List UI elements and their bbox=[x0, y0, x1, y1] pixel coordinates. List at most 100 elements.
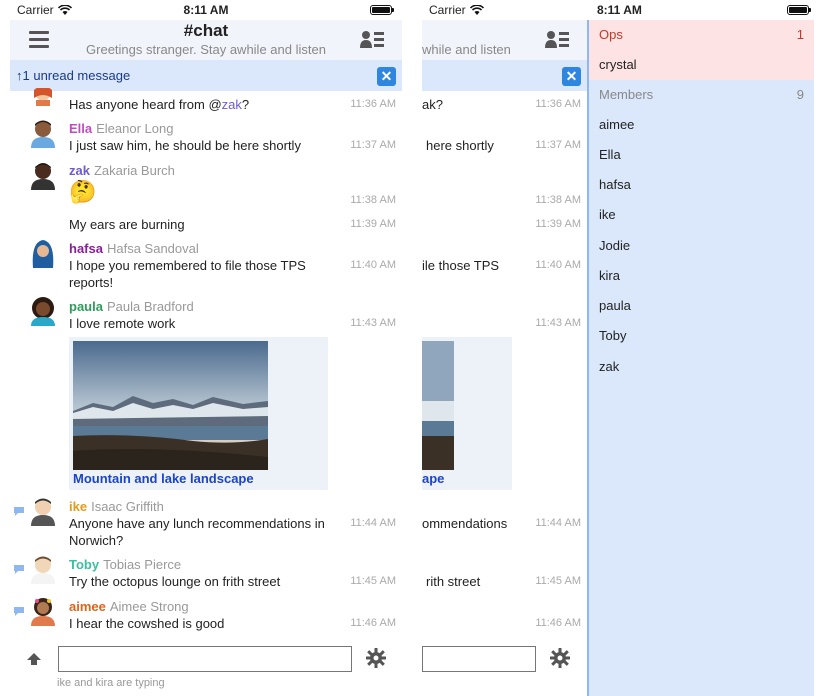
status-time: 8:11 AM bbox=[597, 3, 642, 17]
message-nick[interactable]: hafsa Hafsa Sandoval bbox=[69, 241, 199, 256]
avatar[interactable] bbox=[28, 160, 58, 190]
avatar[interactable] bbox=[28, 596, 58, 626]
chat-bubble-icon bbox=[14, 565, 24, 574]
status-time: 8:11 AM bbox=[183, 3, 229, 17]
message-text: Has anyone heard from @zak? bbox=[69, 97, 250, 112]
message-nick[interactable]: Ella Eleanor Long bbox=[69, 121, 173, 136]
message-time: 11:44 AM bbox=[350, 517, 396, 529]
message-time: 11:44 AM bbox=[535, 517, 581, 529]
gear-icon[interactable] bbox=[366, 648, 386, 668]
status-bar: Carrier 8:11 AM bbox=[10, 0, 402, 20]
close-icon[interactable]: ✕ bbox=[377, 67, 396, 86]
message-nick[interactable]: Toby Tobias Pierce bbox=[69, 557, 181, 572]
message-nick[interactable]: ike Isaac Griffith bbox=[69, 499, 164, 514]
chat-bubble-icon bbox=[14, 607, 24, 616]
message-row: Has anyone heard from @zak? 11:36 AM bbox=[10, 88, 402, 114]
userlist-item[interactable]: Ella bbox=[589, 140, 814, 170]
image-caption[interactable]: ape bbox=[422, 471, 444, 486]
wifi-icon bbox=[469, 5, 484, 15]
members-count: 9 bbox=[796, 87, 804, 102]
channel-header: #chat Greetings stranger. Stay awhile an… bbox=[10, 20, 402, 60]
avatar[interactable] bbox=[28, 496, 58, 526]
message-time: 11:39 AM bbox=[535, 218, 581, 230]
message-text: I just saw him, he should be here shortl… bbox=[69, 138, 301, 153]
upload-icon[interactable] bbox=[26, 652, 42, 666]
members-section-header: Members 9 bbox=[589, 80, 814, 110]
message-realname: Paula Bradford bbox=[106, 299, 194, 314]
members-label: Members bbox=[599, 87, 654, 102]
message-realname: Isaac Griffith bbox=[91, 499, 164, 514]
userlist-item[interactable]: crystal bbox=[589, 50, 814, 80]
message-time: 11:37 AM bbox=[350, 139, 396, 151]
battery-icon bbox=[787, 5, 811, 15]
message-row: hafsa Hafsa Sandoval I hope you remembere… bbox=[10, 238, 402, 294]
message-row: Ella Eleanor Long I just saw him, he shou… bbox=[10, 118, 402, 158]
userlist-item[interactable]: zak bbox=[589, 352, 814, 382]
message-time: 11:40 AM bbox=[535, 259, 581, 271]
message-time: 11:39 AM bbox=[350, 218, 396, 230]
userlist-item[interactable]: paula bbox=[589, 291, 814, 321]
avatar[interactable] bbox=[28, 554, 58, 584]
message-time: 11:38 AM bbox=[350, 194, 396, 206]
image-caption[interactable]: Mountain and lake landscape bbox=[73, 471, 254, 486]
message-realname: Eleanor Long bbox=[96, 121, 174, 136]
landscape-image[interactable] bbox=[73, 341, 268, 470]
userlist-drawer: Ops 1 crystal Members 9 aimee Ella hafsa… bbox=[587, 20, 814, 696]
message-time: 11:40 AM bbox=[350, 259, 396, 271]
chat-bubble-icon bbox=[14, 507, 24, 516]
message-nick[interactable]: aimee Aimee Strong bbox=[69, 599, 189, 614]
userlist-icon[interactable] bbox=[545, 30, 569, 50]
mention-link[interactable]: zak bbox=[222, 97, 242, 112]
userlist-item[interactable]: aimee bbox=[589, 110, 814, 140]
message-row: paula Paula Bradford I love remote work 1… bbox=[10, 296, 402, 336]
message-realname: Aimee Strong bbox=[109, 599, 189, 614]
avatar[interactable] bbox=[28, 238, 58, 268]
image-preview-card[interactable]: Mountain and lake landscape bbox=[69, 337, 328, 490]
message-time: 11:38 AM bbox=[535, 194, 581, 206]
message-input[interactable] bbox=[422, 646, 536, 672]
message-composer: ike and kira are typing bbox=[10, 640, 402, 696]
message-time: 11:36 AM bbox=[535, 98, 581, 110]
chat-screen-main: Carrier 8:11 AM #chat Greetings stranger… bbox=[10, 0, 402, 696]
userlist-item[interactable]: ike bbox=[589, 200, 814, 230]
message-text: Try the octopus lounge on frith street bbox=[69, 574, 281, 589]
message-text: I hope you remembered to file those TPS … bbox=[69, 258, 306, 290]
ops-label: Ops bbox=[599, 27, 623, 42]
userlist-item[interactable]: Toby bbox=[589, 321, 814, 351]
message-input[interactable] bbox=[58, 646, 352, 672]
userlist-item[interactable]: kira bbox=[589, 261, 814, 291]
message-time: 11:46 AM bbox=[350, 617, 396, 629]
gear-icon[interactable] bbox=[550, 648, 570, 668]
message-row: aimee Aimee Strong I hear the cowshed is … bbox=[10, 596, 402, 636]
close-icon[interactable]: ✕ bbox=[562, 67, 581, 86]
message-time: 11:37 AM bbox=[535, 139, 581, 151]
userlist-icon[interactable] bbox=[360, 30, 384, 50]
typing-indicator: ike and kira are typing bbox=[57, 677, 165, 689]
avatar bbox=[34, 88, 52, 106]
channel-title: #chat bbox=[183, 21, 229, 40]
message-realname: Tobias Pierce bbox=[103, 557, 182, 572]
battery-icon bbox=[370, 5, 394, 15]
unread-banner[interactable]: ↑1 unread message ✕ bbox=[10, 60, 402, 91]
image-preview-card[interactable]: ape bbox=[422, 337, 512, 490]
unread-banner[interactable]: ✕ bbox=[422, 60, 587, 91]
avatar[interactable] bbox=[28, 118, 58, 148]
userlist-item[interactable]: Jodie bbox=[589, 231, 814, 261]
message-row: My ears are burning 11:39 AM bbox=[10, 214, 402, 236]
userlist-item[interactable]: hafsa bbox=[589, 170, 814, 200]
message-time: 11:45 AM bbox=[535, 575, 581, 587]
message-text: My ears are burning bbox=[69, 217, 185, 232]
message-nick[interactable]: zak Zakaria Burch bbox=[69, 163, 175, 178]
ops-section-header: Ops 1 bbox=[589, 20, 814, 50]
message-text: Anyone have any lunch recommendations in… bbox=[69, 516, 325, 548]
carrier-label: Carrier bbox=[429, 3, 484, 17]
channel-topic: Greetings stranger. Stay awhile and list… bbox=[86, 42, 326, 57]
landscape-image[interactable] bbox=[422, 341, 454, 470]
message-row: zak Zakaria Burch 🤔 11:38 AM bbox=[10, 160, 402, 212]
message-time: 11:36 AM bbox=[350, 98, 396, 110]
message-realname: Hafsa Sandoval bbox=[106, 241, 199, 256]
message-time: 11:43 AM bbox=[350, 317, 396, 329]
avatar[interactable] bbox=[28, 296, 58, 326]
message-nick[interactable]: paula Paula Bradford bbox=[69, 299, 194, 314]
message-text: I love remote work bbox=[69, 316, 176, 331]
